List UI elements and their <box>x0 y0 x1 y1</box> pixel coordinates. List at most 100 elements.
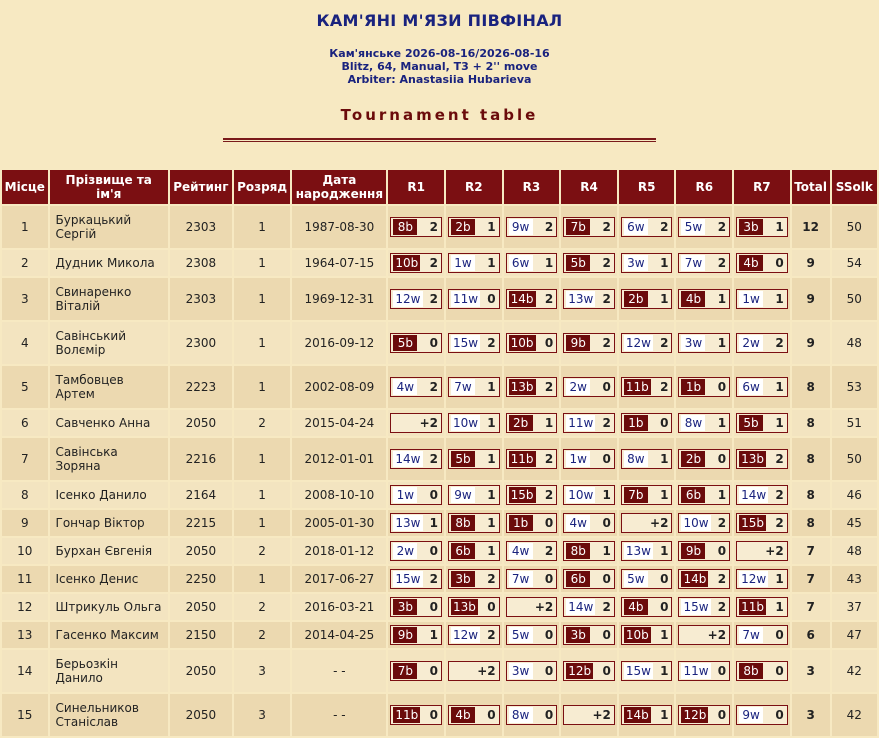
round-result-cell: 5b 1 <box>446 438 502 480</box>
player-name-cell: Дудник Микола <box>49 250 168 276</box>
column-header: Рейтинг <box>169 170 232 204</box>
opponent-label: 1w <box>739 291 764 307</box>
round-result-cell: 3b 2 <box>446 566 502 592</box>
round-result-cell: 13b 2 <box>734 438 790 480</box>
game-score: 1 <box>602 488 611 502</box>
table-row: 2 Дудник Микола 2308 1 1964-07-15 10b 2 1w 1 6w 1 5… <box>2 250 877 276</box>
birth-date-cell: - - <box>292 650 387 692</box>
game-result: 5w 0 <box>505 625 558 645</box>
round-result-cell: 10b 2 <box>388 250 445 276</box>
game-score: 1 <box>487 488 496 502</box>
game-result: 4b 1 <box>678 289 731 309</box>
opponent-label: 1b <box>681 379 706 395</box>
opponent-label: 5w <box>508 627 533 643</box>
game-result: 5b 1 <box>736 413 788 433</box>
game-score: +2 <box>707 628 727 642</box>
ssolk-cell: 47 <box>831 622 877 648</box>
rank-cell: 2 <box>233 538 291 564</box>
round-result-cell: 2w 2 <box>734 322 790 364</box>
game-result: 8b 0 <box>736 661 788 681</box>
round-result-cell: 15w 2 <box>676 594 733 620</box>
game-score: 2 <box>602 256 611 270</box>
game-score: 1 <box>717 416 727 430</box>
game-score: 1 <box>660 488 669 502</box>
game-score: 1 <box>487 256 496 270</box>
round-result-cell: 14w 2 <box>561 594 617 620</box>
round-result-cell: 8b 1 <box>561 538 617 564</box>
game-result: 15w 1 <box>620 661 673 681</box>
game-result: +2 <box>736 541 788 561</box>
game-result: 9b 1 <box>390 625 443 645</box>
game-result: 14w 2 <box>563 597 615 617</box>
column-header: R6 <box>676 170 733 204</box>
round-result-cell: 9w 0 <box>734 694 790 736</box>
opponent-label: 3w <box>681 335 706 351</box>
round-result-cell: 9w 1 <box>446 482 502 508</box>
total-cell: 12 <box>791 206 830 248</box>
game-score: 1 <box>660 664 669 678</box>
round-result-cell: 13b 2 <box>503 366 560 408</box>
table-row: 4 Савінський Волємір 2300 1 2016-09-12 5b 0 15w 2… <box>2 322 877 364</box>
game-result: 4b 0 <box>448 705 500 725</box>
player-name-line: Ісенко Денис <box>55 572 139 586</box>
game-result: 1w 1 <box>736 289 788 309</box>
game-score: 0 <box>717 664 727 678</box>
game-result: 2w 0 <box>390 541 443 561</box>
table-row: 10 Бурхан Євгенія 2050 2 2018-01-12 2w 0 6b 1 4w 2… <box>2 538 877 564</box>
round-result-cell: 8w 0 <box>503 694 560 736</box>
birth-date-cell: 2018-01-12 <box>292 538 387 564</box>
opponent-label: 8b <box>451 515 476 531</box>
game-result: 7b 1 <box>620 485 673 505</box>
player-name-cell: Бурхан Євгенія <box>49 538 168 564</box>
game-result: 2w 2 <box>736 333 788 353</box>
rating-cell: 2216 <box>169 438 232 480</box>
ssolk-cell: 45 <box>831 510 877 536</box>
game-result: 14b 2 <box>678 569 731 589</box>
game-result: 11w 0 <box>448 289 500 309</box>
column-header: Розряд <box>233 170 291 204</box>
place-cell: 12 <box>2 594 48 620</box>
opponent-label: 10b <box>508 335 536 351</box>
game-result: 7b 2 <box>563 217 615 237</box>
round-result-cell: 15w 1 <box>618 650 675 692</box>
game-score: 2 <box>429 380 439 394</box>
game-score: 0 <box>429 488 439 502</box>
total-cell: 7 <box>791 538 830 564</box>
game-result: 11w 0 <box>678 661 731 681</box>
game-score: 0 <box>487 292 496 306</box>
game-score: 2 <box>544 380 554 394</box>
round-result-cell: 5w 0 <box>618 566 675 592</box>
opponent-label: 8b <box>566 543 591 559</box>
opponent-label: 9b <box>566 335 591 351</box>
game-result: 2b 1 <box>505 413 558 433</box>
game-score: +2 <box>592 708 611 722</box>
round-result-cell: 11b 2 <box>618 366 675 408</box>
column-header: Total <box>791 170 830 204</box>
game-score: 1 <box>660 544 669 558</box>
place-cell: 7 <box>2 438 48 480</box>
rating-cell: 2215 <box>169 510 232 536</box>
game-result: 3b 0 <box>390 597 443 617</box>
ssolk-cell: 43 <box>831 566 877 592</box>
round-result-cell: +2 <box>618 510 675 536</box>
player-name-line: Штрикуль Ольга <box>55 600 162 614</box>
game-score: 0 <box>717 452 727 466</box>
rank-cell: 3 <box>233 650 291 692</box>
game-result: +2 <box>678 625 731 645</box>
game-result: 15w 2 <box>448 333 500 353</box>
game-result: 12w 2 <box>448 625 500 645</box>
total-cell: 6 <box>791 622 830 648</box>
round-result-cell: 7w 0 <box>734 622 790 648</box>
column-header: R4 <box>561 170 617 204</box>
round-result-cell: +2 <box>503 594 560 620</box>
game-score: 1 <box>487 544 496 558</box>
round-result-cell: +2 <box>734 538 790 564</box>
game-score: 0 <box>602 572 611 586</box>
opponent-label: 14b <box>508 291 536 307</box>
game-result: 4w 2 <box>505 541 558 561</box>
round-result-cell: 7b 0 <box>388 650 445 692</box>
game-result: 8b 2 <box>390 217 443 237</box>
opponent-label: 5b <box>739 415 764 431</box>
round-result-cell: 5w 0 <box>503 622 560 648</box>
table-row: 6 Савченко Анна 2050 2 2015-04-24 +2 10w 1 2b 1 11… <box>2 410 877 436</box>
